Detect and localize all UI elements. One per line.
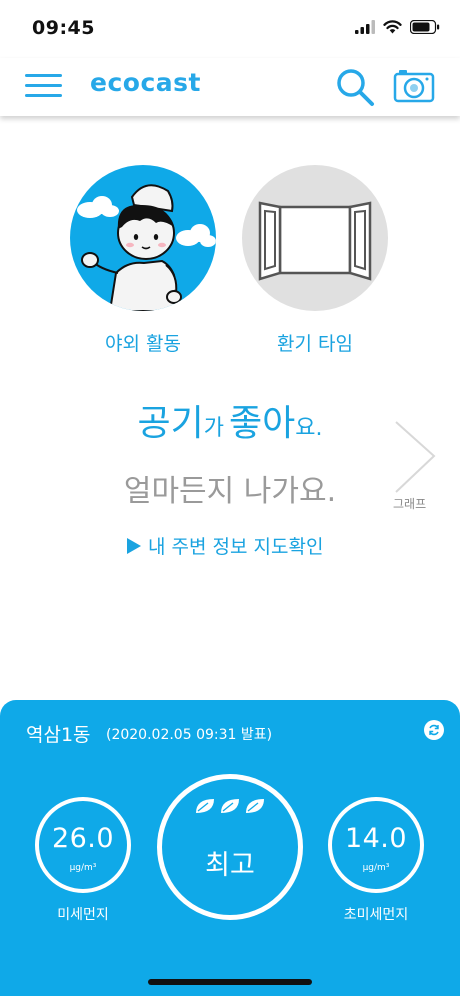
search-button[interactable] <box>334 66 376 108</box>
pm25-value: 14.0 <box>344 823 408 854</box>
search-icon <box>337 69 374 106</box>
pm25-unit: μg/m³ <box>362 863 390 873</box>
outdoor-activity-button[interactable]: 야외 활동 <box>70 165 216 356</box>
headline-word-air: 공기 <box>137 403 204 444</box>
chevron-right-icon <box>395 421 436 493</box>
pm10-gauge[interactable]: 26.0 μg/m³ <box>35 797 131 893</box>
pm10-value: 26.0 <box>51 823 115 854</box>
status-bar: 09:45 <box>0 0 460 58</box>
headline-particle-1: 가 <box>203 416 224 441</box>
app-logo: ecocast <box>90 68 201 97</box>
window-illustration <box>242 165 388 311</box>
wifi-icon <box>383 20 402 34</box>
signal-icon <box>355 20 375 34</box>
headline-word-good: 좋아 <box>229 403 296 444</box>
battery-icon <box>410 20 440 34</box>
headline-particle-2: 요. <box>295 416 323 441</box>
map-check-link[interactable]: 내 주변 정보 지도확인 <box>126 532 323 559</box>
ventilation-time-label: 환기 타임 <box>277 333 353 355</box>
status-icons <box>355 20 440 34</box>
air-quality-advice: 얼마든지 나가요. <box>123 474 337 509</box>
leaf-icon <box>221 799 239 813</box>
location-name: 역삼1동 <box>26 724 91 746</box>
pm25-label: 초미세먼지 <box>343 907 409 923</box>
leaf-icon <box>196 799 214 813</box>
refresh-button[interactable] <box>424 720 444 740</box>
outdoor-activity-label: 야외 활동 <box>105 333 181 355</box>
air-grade-gauge[interactable]: 최고 <box>157 774 303 920</box>
air-grade-value: 최고 <box>205 850 255 881</box>
pm10-unit: μg/m³ <box>69 863 97 873</box>
air-quality-headline: 공기가 좋아요. <box>0 394 460 446</box>
air-status-panel: 역삼1동 (2020.02.05 09:31 발표) 26.0 μg/m³ 미세… <box>0 700 460 996</box>
pm25-gauge[interactable]: 14.0 μg/m³ <box>328 797 424 893</box>
refresh-icon <box>429 724 439 736</box>
graph-label: 그래프 <box>393 497 427 511</box>
camera-icon <box>393 70 435 103</box>
status-time: 09:45 <box>32 17 95 39</box>
home-indicator[interactable] <box>148 979 312 985</box>
play-triangle-icon <box>127 537 141 554</box>
top-navbar: ecocast <box>0 58 460 116</box>
menu-icon <box>25 74 62 77</box>
ventilation-time-button[interactable]: 환기 타임 <box>242 165 388 356</box>
menu-button[interactable] <box>25 70 63 100</box>
published-time: (2020.02.05 09:31 발표) <box>106 727 273 743</box>
pm10-label: 미세먼지 <box>57 907 109 923</box>
leaf-rating <box>194 797 266 815</box>
camera-button[interactable] <box>393 68 435 104</box>
outdoor-character-illustration <box>70 165 216 311</box>
leaf-icon <box>246 799 264 813</box>
map-check-label: 내 주변 정보 지도확인 <box>148 536 324 558</box>
